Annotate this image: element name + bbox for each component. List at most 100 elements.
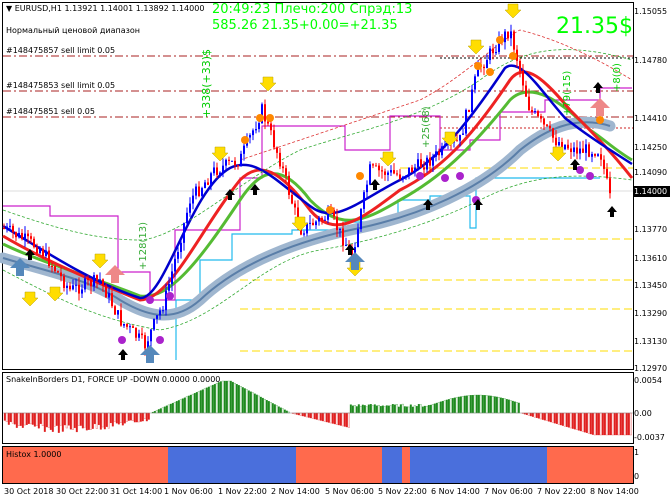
osc-bar xyxy=(315,412,318,420)
osc-bar xyxy=(549,412,552,423)
osc-bar xyxy=(215,383,218,414)
osc-histogram xyxy=(3,380,633,436)
osc-bar xyxy=(31,412,34,425)
osc-bar xyxy=(33,412,36,427)
osc-bar xyxy=(193,393,196,414)
osc-bar xyxy=(213,384,216,414)
osc-bar xyxy=(59,412,62,426)
osc-bar xyxy=(613,412,616,436)
osc-bar xyxy=(165,405,168,414)
osc-bar xyxy=(197,391,200,414)
osc-bar xyxy=(99,412,102,430)
osc-bar xyxy=(561,412,564,426)
osc-bar xyxy=(251,392,254,414)
osc-bar xyxy=(37,412,40,429)
osc-bar xyxy=(65,412,68,429)
osc-bar xyxy=(109,412,112,424)
osc-bar xyxy=(189,394,192,414)
osc-bar xyxy=(273,404,276,414)
osc-bar xyxy=(377,404,380,414)
osc-bar xyxy=(387,405,390,414)
osc-bar xyxy=(47,412,50,428)
osc-bar xyxy=(77,412,80,426)
osc-bar xyxy=(43,412,46,432)
histo-bar xyxy=(410,447,547,483)
osc-bar xyxy=(67,412,70,426)
osc-bar xyxy=(349,404,352,414)
time-axis-label: 1 Nov 06:00 xyxy=(164,487,213,496)
osc-bar xyxy=(371,405,374,414)
osc-bar xyxy=(187,395,190,414)
osc-bar xyxy=(445,399,448,414)
osc-bar xyxy=(437,402,440,414)
osc-bar xyxy=(49,412,52,430)
time-axis-label: 30 Oct 22:00 xyxy=(56,487,109,496)
osc-bar xyxy=(87,412,90,430)
osc-bar xyxy=(585,412,588,433)
osc-bar xyxy=(307,412,310,418)
osc-bar xyxy=(429,404,432,414)
time-axis-label: 6 Nov 14:00 xyxy=(431,487,480,496)
osc-bar xyxy=(405,406,408,414)
osc-bar xyxy=(583,412,586,433)
osc-bar xyxy=(269,402,272,414)
osc-bar xyxy=(623,412,626,436)
osc-bar xyxy=(467,395,470,414)
osc-bar xyxy=(97,412,100,426)
osc-bar xyxy=(69,412,72,430)
osc-bar xyxy=(147,412,150,420)
osc-bar xyxy=(333,412,336,425)
osc-bar xyxy=(23,412,26,426)
osc-bar xyxy=(425,405,428,414)
osc-bar xyxy=(555,412,558,424)
time-axis-label: 5 Nov 06:00 xyxy=(325,487,374,496)
osc-bar xyxy=(331,412,334,424)
osc-bar xyxy=(255,394,258,414)
osc-bar xyxy=(199,390,202,414)
osc-bar xyxy=(51,412,54,432)
osc-bar xyxy=(389,405,392,414)
osc-bar xyxy=(71,412,74,430)
histo-bar xyxy=(296,447,382,483)
osc-bar xyxy=(275,405,278,414)
osc-bar xyxy=(115,412,118,424)
osc-bar xyxy=(83,412,86,428)
osc-bar xyxy=(79,412,82,426)
osc-bar xyxy=(553,412,556,424)
time-axis-label: 7 Nov 22:00 xyxy=(537,487,586,496)
osc-bar xyxy=(459,396,462,414)
osc-bar xyxy=(537,412,540,419)
osc-bar xyxy=(587,412,590,434)
osc-bar xyxy=(141,412,144,422)
osc-bar xyxy=(303,412,306,417)
osc-bar xyxy=(517,402,520,414)
osc-bar xyxy=(279,407,282,414)
osc-bar xyxy=(595,412,598,436)
osc-bar xyxy=(101,412,104,428)
osc-bar xyxy=(103,412,106,430)
osc-bar xyxy=(423,405,426,414)
osc-bar xyxy=(479,394,482,414)
osc-bar xyxy=(145,412,148,422)
osc-bar xyxy=(545,412,548,421)
osc-bar xyxy=(347,412,350,428)
osc-bar xyxy=(263,398,266,414)
osc-bar xyxy=(487,395,490,414)
osc-bar xyxy=(577,412,580,431)
osc-bar xyxy=(89,412,92,430)
osc-bar xyxy=(551,412,554,423)
osc-bar xyxy=(121,412,124,426)
osc-bar xyxy=(329,412,332,424)
osc-bar xyxy=(227,380,230,414)
osc-bar xyxy=(621,412,624,436)
osc-bar xyxy=(127,412,130,421)
osc-bar xyxy=(449,398,452,414)
osc-bar xyxy=(95,412,98,429)
osc-bar xyxy=(427,404,430,414)
osc-bar xyxy=(35,412,38,426)
osc-bar xyxy=(317,412,320,421)
osc-bar xyxy=(17,412,20,426)
osc-bar xyxy=(265,400,268,414)
osc-bar xyxy=(85,412,88,431)
osc-bar xyxy=(257,395,260,414)
